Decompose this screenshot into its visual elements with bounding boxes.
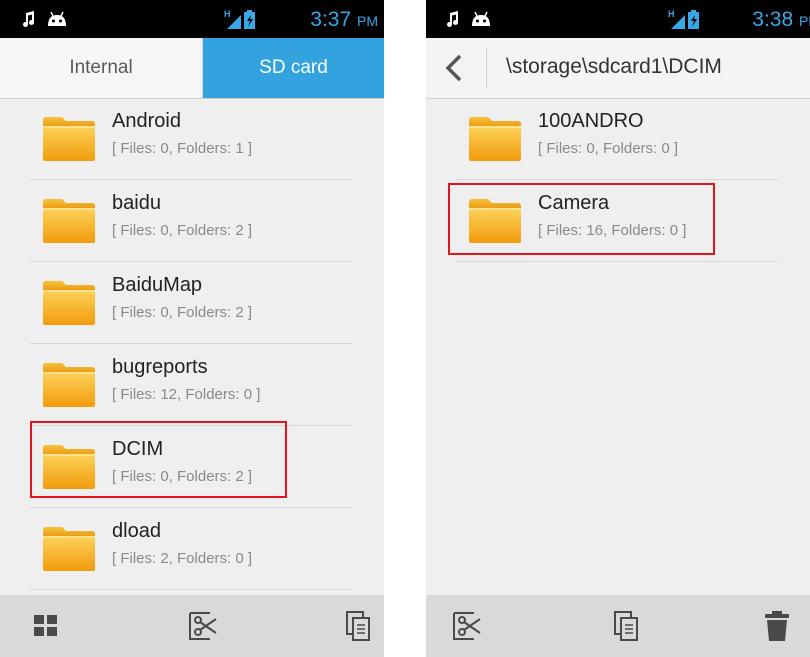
folder-name: bugreports: [112, 356, 208, 378]
tab-internal[interactable]: Internal: [0, 38, 203, 98]
folder-name: dload: [112, 520, 161, 542]
android-debug-icon: [48, 11, 66, 26]
grid-view-icon[interactable]: [30, 609, 64, 643]
folder-row[interactable]: bugreports [ Files: 12, Folders: 0 ]: [0, 344, 384, 426]
signal-battery-icon: H: [668, 9, 699, 29]
folder-name: Android: [112, 110, 181, 132]
path-bar: \storage\sdcard1\DCIM: [426, 38, 810, 99]
folder-name: 100ANDRO: [538, 110, 644, 132]
folder-icon: [43, 199, 95, 243]
right-screen: H 3:38 PM \storage\sdcard1\DCIM 100ANDRO…: [426, 0, 810, 657]
android-debug-icon: [472, 11, 490, 26]
folder-icon: [43, 363, 95, 407]
svg-text:H: H: [224, 9, 231, 19]
folder-icon: [43, 527, 95, 571]
cut-icon[interactable]: [186, 609, 220, 643]
folder-row[interactable]: Android [ Files: 0, Folders: 1 ]: [0, 98, 384, 180]
folder-row[interactable]: dload [ Files: 2, Folders: 0 ]: [0, 508, 384, 590]
svg-text:H: H: [668, 9, 675, 19]
highlight-box: [30, 421, 287, 498]
copy-icon[interactable]: [610, 609, 644, 643]
folder-name: baidu: [112, 192, 161, 214]
folder-row[interactable]: baidu [ Files: 0, Folders: 2 ]: [0, 180, 384, 262]
folder-icon: [43, 281, 95, 325]
folder-icon: [469, 117, 521, 161]
folder-info: [ Files: 0, Folders: 1 ]: [112, 140, 253, 157]
storage-tabs: Internal SD card: [0, 38, 384, 99]
current-path: \storage\sdcard1\DCIM: [506, 55, 722, 78]
folder-info: [ Files: 0, Folders: 2 ]: [112, 222, 253, 239]
divider: [486, 48, 487, 88]
tab-sd-card[interactable]: SD card: [203, 38, 384, 98]
back-arrow-icon[interactable]: [434, 50, 474, 86]
status-bar: H 3:38 PM: [426, 0, 810, 38]
cut-icon[interactable]: [450, 609, 484, 643]
folder-row[interactable]: 100ANDRO [ Files: 0, Folders: 0 ]: [426, 98, 810, 180]
delete-icon[interactable]: [760, 609, 794, 643]
status-time: 3:38 PM: [752, 8, 810, 31]
folder-info: [ Files: 2, Folders: 0 ]: [112, 550, 253, 567]
action-bar: [0, 595, 384, 657]
left-screen: H 3:37 PM Internal SD card Android [ File…: [0, 0, 384, 657]
copy-icon[interactable]: [342, 609, 376, 643]
row-divider: [456, 261, 778, 262]
music-note-icon: [23, 11, 35, 27]
folder-info: [ Files: 0, Folders: 0 ]: [538, 140, 679, 157]
folder-info: [ Files: 0, Folders: 2 ]: [112, 304, 253, 321]
folder-icon: [43, 117, 95, 161]
folder-row[interactable]: BaiduMap [ Files: 0, Folders: 2 ]: [0, 262, 384, 344]
folder-name: BaiduMap: [112, 274, 203, 296]
highlight-box: [448, 183, 715, 255]
status-bar: H 3:37 PM: [0, 0, 384, 38]
folder-info: [ Files: 12, Folders: 0 ]: [112, 386, 261, 403]
status-time: 3:37 PM: [310, 8, 378, 31]
action-bar: [426, 595, 810, 657]
signal-battery-icon: H: [224, 9, 255, 29]
music-note-icon: [447, 11, 459, 27]
